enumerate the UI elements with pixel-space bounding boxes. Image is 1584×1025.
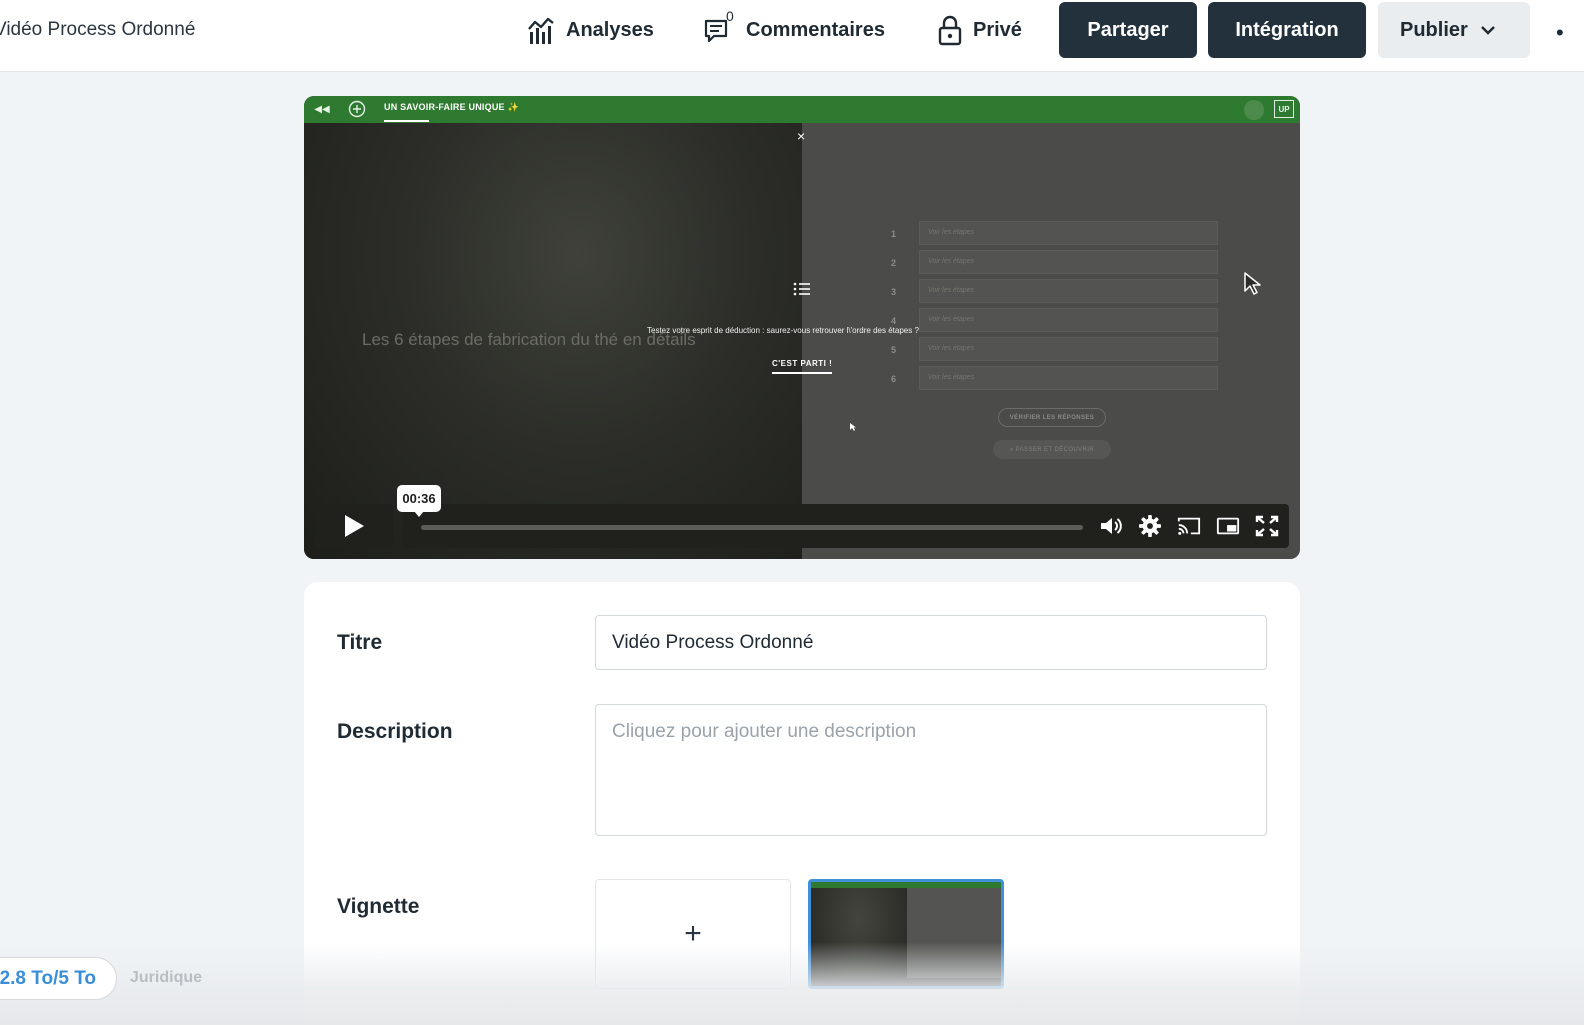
analytics-label: Analyses xyxy=(566,18,654,41)
add-chapter-icon[interactable] xyxy=(347,100,367,118)
description-label: Description xyxy=(337,720,453,743)
title-field[interactable] xyxy=(595,615,1267,670)
play-button[interactable] xyxy=(315,504,393,548)
step-number: 5 xyxy=(890,345,896,355)
video-player[interactable]: ◀◀ UN SAVOIR-FAIRE UNIQUE ✨ UP × Les 6 é… xyxy=(304,96,1300,559)
cast-icon[interactable] xyxy=(1177,515,1201,537)
title-label: Titre xyxy=(337,631,383,654)
analytics-link[interactable]: Analyses xyxy=(526,10,654,50)
step-field[interactable]: Voir les étapes xyxy=(919,250,1218,274)
step-number: 1 xyxy=(890,229,896,239)
embed-button[interactable]: Intégration xyxy=(1208,2,1366,58)
start-quiz-button[interactable]: C'EST PARTI ! xyxy=(772,359,833,374)
progress-bar[interactable] xyxy=(421,525,1083,530)
volume-icon[interactable] xyxy=(1099,515,1123,537)
fullscreen-icon[interactable] xyxy=(1255,515,1279,537)
timestamp-tooltip: 00:36 xyxy=(397,485,441,517)
step-field[interactable]: Voir les étapes xyxy=(919,337,1218,361)
legal-link[interactable]: Juridique xyxy=(130,969,202,987)
step-number: 3 xyxy=(890,287,896,297)
mouse-cursor-icon xyxy=(1244,272,1261,295)
check-answers-button[interactable]: VÉRIFIER LES RÉPONSES xyxy=(998,408,1106,427)
picture-in-picture-icon[interactable] xyxy=(1216,515,1240,537)
video-heading: Les 6 étapes de fabrication du thé en dé… xyxy=(362,330,696,349)
step-field[interactable]: Voir les étapes xyxy=(919,279,1218,303)
video-chapter-label: UN SAVOIR-FAIRE UNIQUE ✨ xyxy=(384,102,519,112)
list-icon xyxy=(793,282,810,296)
rewind-icon[interactable]: ◀◀ xyxy=(312,100,332,118)
step-number: 2 xyxy=(890,258,896,268)
chevron-down-icon xyxy=(1480,26,1495,35)
step-field[interactable]: Voir les étapes xyxy=(919,221,1218,245)
step-number: 4 xyxy=(890,316,896,326)
quiz-question: Testez votre esprit de déduction : saure… xyxy=(647,326,919,335)
video-controls xyxy=(403,504,1289,548)
bottom-fade xyxy=(0,942,1584,1025)
more-menu-button[interactable]: • xyxy=(1556,20,1566,46)
step-number: 6 xyxy=(890,374,896,384)
storage-usage-badge[interactable]: 2.8 To/5 To xyxy=(0,957,117,1000)
close-icon[interactable]: × xyxy=(797,128,805,144)
settings-gear-icon[interactable] xyxy=(1138,515,1162,537)
play-icon xyxy=(345,515,364,537)
comments-link[interactable]: 0 Commentaires xyxy=(704,8,885,50)
publish-dropdown[interactable]: Publier xyxy=(1378,2,1530,58)
description-field[interactable]: Cliquez pour ajouter une description xyxy=(595,704,1267,836)
step-field[interactable]: Voir les étapes xyxy=(919,308,1218,332)
comments-label: Commentaires xyxy=(746,18,885,41)
publish-label: Publier xyxy=(1400,18,1468,41)
avatar xyxy=(1244,100,1264,120)
small-cursor-icon xyxy=(850,423,856,431)
share-button[interactable]: Partager xyxy=(1059,2,1197,58)
comments-icon: 0 xyxy=(704,8,736,46)
analytics-icon xyxy=(528,17,554,44)
top-bar: Vidéo Process Ordonné Analyses 0 Comment… xyxy=(0,0,1584,72)
thumbnail-label: Vignette xyxy=(337,895,420,918)
comments-count: 0 xyxy=(726,8,734,24)
chapter-underline xyxy=(384,120,429,122)
step-field[interactable]: Voir les étapes xyxy=(919,366,1218,390)
video-top-bar: ◀◀ UN SAVOIR-FAIRE UNIQUE ✨ UP xyxy=(304,96,1300,123)
lock-icon xyxy=(938,15,962,46)
document-title: Vidéo Process Ordonné xyxy=(0,19,196,40)
privacy-toggle[interactable]: Privé xyxy=(937,10,1022,50)
skip-button[interactable]: » PASSER ET DÉCOUVRIR xyxy=(993,440,1111,459)
privacy-label: Privé xyxy=(973,18,1022,41)
brand-logo: UP xyxy=(1274,100,1294,118)
